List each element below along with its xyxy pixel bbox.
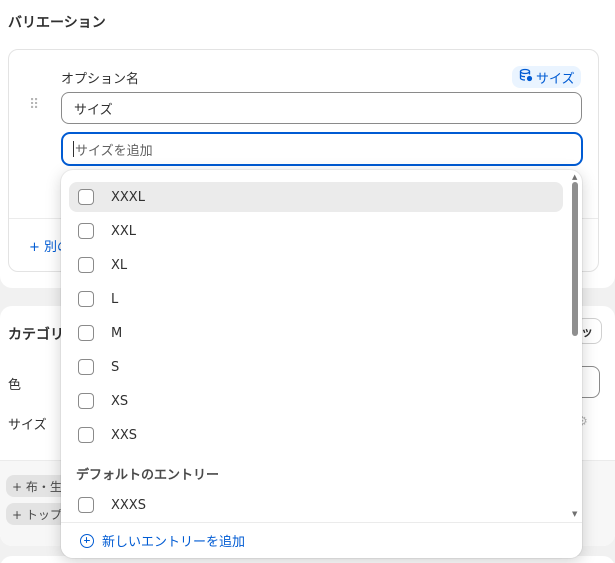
checkbox[interactable] <box>78 291 94 307</box>
options-list[interactable]: XXXL XXL XL L M S XS XXS デフォルトのエントリー XXX… <box>61 170 582 522</box>
checkbox[interactable] <box>78 223 94 239</box>
list-item[interactable]: S <box>69 352 563 382</box>
checkbox[interactable] <box>78 189 94 205</box>
plus-circle-icon <box>80 533 94 548</box>
database-icon <box>519 68 533 86</box>
list-item[interactable]: XS <box>69 386 563 416</box>
option-label: XXL <box>111 223 137 239</box>
category-row-color: 色 <box>8 378 22 393</box>
size-metafield-badge[interactable]: サイズ <box>512 66 581 88</box>
option-label: XL <box>111 257 128 273</box>
option-value-input[interactable]: サイズを追加 <box>61 132 583 166</box>
default-entries-heading: デフォルトのエントリー <box>76 468 220 483</box>
list-item[interactable]: XXL <box>69 216 563 246</box>
add-new-entry-label: 新しいエントリーを追加 <box>102 535 246 550</box>
option-label: XXS <box>111 427 138 443</box>
checkbox[interactable] <box>78 359 94 375</box>
list-item[interactable]: L <box>69 284 563 314</box>
option-label: XXXS <box>111 497 146 513</box>
add-new-entry-button[interactable]: 新しいエントリーを追加 <box>61 522 582 558</box>
checkbox[interactable] <box>78 325 94 341</box>
list-item[interactable]: XXXS <box>69 490 563 520</box>
size-badge-label: サイズ <box>536 71 575 87</box>
option-label: L <box>111 291 119 307</box>
variation-title: バリエーション <box>8 15 106 31</box>
option-label: S <box>111 359 120 375</box>
scroll-down-arrow-icon[interactable]: ▼ <box>572 510 577 518</box>
option-value-placeholder: サイズを追加 <box>75 143 153 159</box>
checkbox[interactable] <box>78 393 94 409</box>
drag-handle-icon[interactable]: ⠿ <box>29 98 39 112</box>
checkbox[interactable] <box>78 497 94 513</box>
option-name-input[interactable]: サイズ <box>61 92 582 124</box>
category-title: カテゴリ <box>8 327 64 343</box>
option-name-label: オプション名 <box>61 72 140 87</box>
text-caret <box>73 141 74 157</box>
size-options-dropdown: XXXL XXL XL L M S XS XXS デフォルトのエントリー XXX… <box>61 170 582 558</box>
scrollbar-thumb[interactable] <box>572 182 578 336</box>
list-item[interactable]: XXXL <box>69 182 563 212</box>
checkbox[interactable] <box>78 257 94 273</box>
option-label: XXXL <box>111 189 145 205</box>
list-item[interactable]: XL <box>69 250 563 280</box>
list-item[interactable]: M <box>69 318 563 348</box>
option-label: XS <box>111 393 129 409</box>
option-label: M <box>111 325 123 341</box>
option-name-value: サイズ <box>74 102 113 118</box>
checkbox[interactable] <box>78 427 94 443</box>
category-row-size: サイズ <box>8 418 47 433</box>
list-item[interactable]: XXS <box>69 420 563 450</box>
scroll-up-arrow-icon[interactable]: ▲ <box>572 173 577 181</box>
